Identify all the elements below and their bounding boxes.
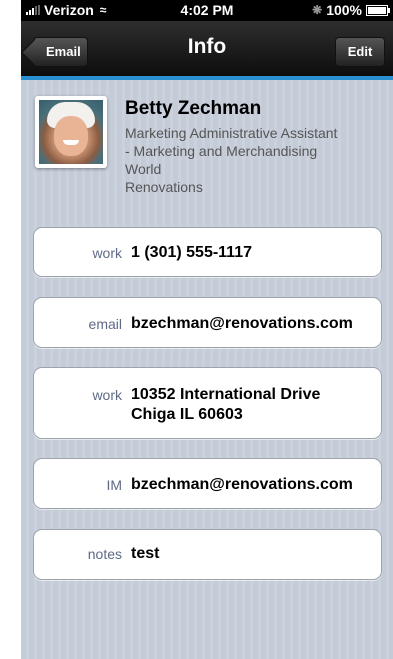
contact-title-line: World (125, 161, 162, 177)
navigation-bar: Email Info Edit (21, 21, 393, 80)
phone-field[interactable]: work 1 (301) 555-1117 (33, 227, 382, 277)
contact-company: Renovations (125, 179, 203, 195)
email-label: email (88, 316, 122, 332)
phone-value: 1 (301) 555-1117 (131, 244, 252, 261)
status-right: ❋ 100% (312, 2, 390, 18)
contact-title-line: - Marketing and Merchandising (125, 143, 318, 159)
battery-percent: 100% (326, 2, 362, 18)
avatar[interactable] (35, 96, 107, 168)
notes-label: notes (87, 546, 122, 562)
phone-screen: Verizon ≈ 4:02 PM ❋ 100% Email Info Edit… (21, 0, 393, 659)
im-value: bzechman@renovations.com (131, 476, 353, 493)
contact-title-line: Marketing Administrative Assistant (125, 125, 338, 141)
back-button[interactable]: Email (33, 37, 88, 67)
contact-photo (39, 100, 103, 164)
im-field[interactable]: IM bzechman@renovations.com (33, 458, 382, 509)
address-field[interactable]: work 10352 International Drive Chiga IL … (33, 367, 382, 439)
email-value: bzechman@renovations.com (131, 315, 353, 332)
notes-value: test (131, 545, 160, 562)
im-label: IM (106, 477, 122, 493)
battery-icon (366, 4, 390, 16)
contact-details: Betty Zechman Marketing Administrative A… (21, 80, 393, 659)
notes-field[interactable]: notes test (33, 529, 382, 580)
contact-name: Betty Zechman (125, 98, 262, 119)
contact-title: Marketing Administrative Assistant - Mar… (125, 124, 387, 196)
address-label: work (92, 387, 122, 403)
address-street: 10352 International Drive (131, 386, 321, 403)
phone-label: work (92, 245, 122, 261)
email-field[interactable]: email bzechman@renovations.com (33, 297, 382, 348)
status-bar: Verizon ≈ 4:02 PM ❋ 100% (21, 0, 393, 21)
edit-button[interactable]: Edit (335, 37, 385, 67)
bluetooth-icon: ❋ (312, 3, 323, 17)
address-city: Chiga IL 60603 (131, 406, 243, 423)
